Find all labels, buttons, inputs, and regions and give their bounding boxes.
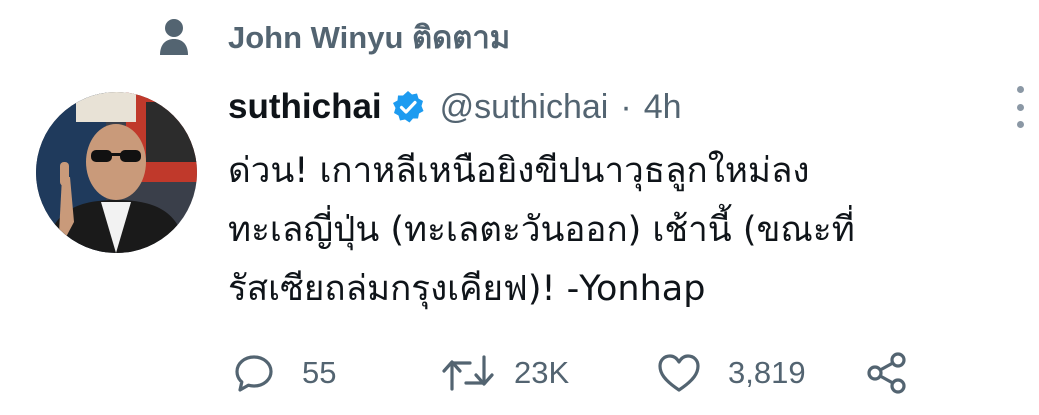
share-button[interactable] <box>864 348 910 398</box>
tweet-header: suthichai @suthichai · 4h <box>228 82 682 132</box>
social-context[interactable]: John Winyu ติดตาม <box>156 14 510 60</box>
verified-badge-icon <box>390 89 426 125</box>
tweet-actions: 55 23K 3,819 <box>232 348 1032 398</box>
person-icon <box>156 17 192 57</box>
retweet-button[interactable]: 23K <box>440 348 569 398</box>
more-options-icon[interactable] <box>1006 86 1034 128</box>
avatar[interactable] <box>36 92 197 253</box>
reply-icon <box>232 351 276 395</box>
tweet-text-line: รัสเซียถล่มกรุงเคียฟ)! -Yonhap <box>228 269 706 309</box>
like-button[interactable]: 3,819 <box>656 348 806 398</box>
author-handle[interactable]: @suthichai <box>440 88 609 127</box>
share-icon <box>864 350 910 396</box>
tweet-text-line: ด่วน! เกาหลีเหนือยิงขีปนาวุธลูกใหม่ลง <box>228 151 810 191</box>
retweet-count: 23K <box>514 355 570 390</box>
author-name[interactable]: suthichai <box>228 87 382 127</box>
like-count: 3,819 <box>728 355 806 390</box>
separator-dot: · <box>620 87 632 126</box>
reply-count: 55 <box>302 355 337 390</box>
tweet-text: ด่วน! เกาหลีเหนือยิงขีปนาวุธลูกใหม่ลง ทะ… <box>228 142 1028 319</box>
retweet-icon <box>440 351 496 395</box>
heart-icon <box>656 351 702 395</box>
tweet-text-line: ทะเลญี่ปุ่น (ทะเลตะวันออก) เช้านี้ (ขณะท… <box>228 210 855 250</box>
social-context-text: John Winyu ติดตาม <box>228 20 511 55</box>
reply-button[interactable]: 55 <box>232 348 336 398</box>
tweet-timestamp[interactable]: 4h <box>644 88 682 127</box>
